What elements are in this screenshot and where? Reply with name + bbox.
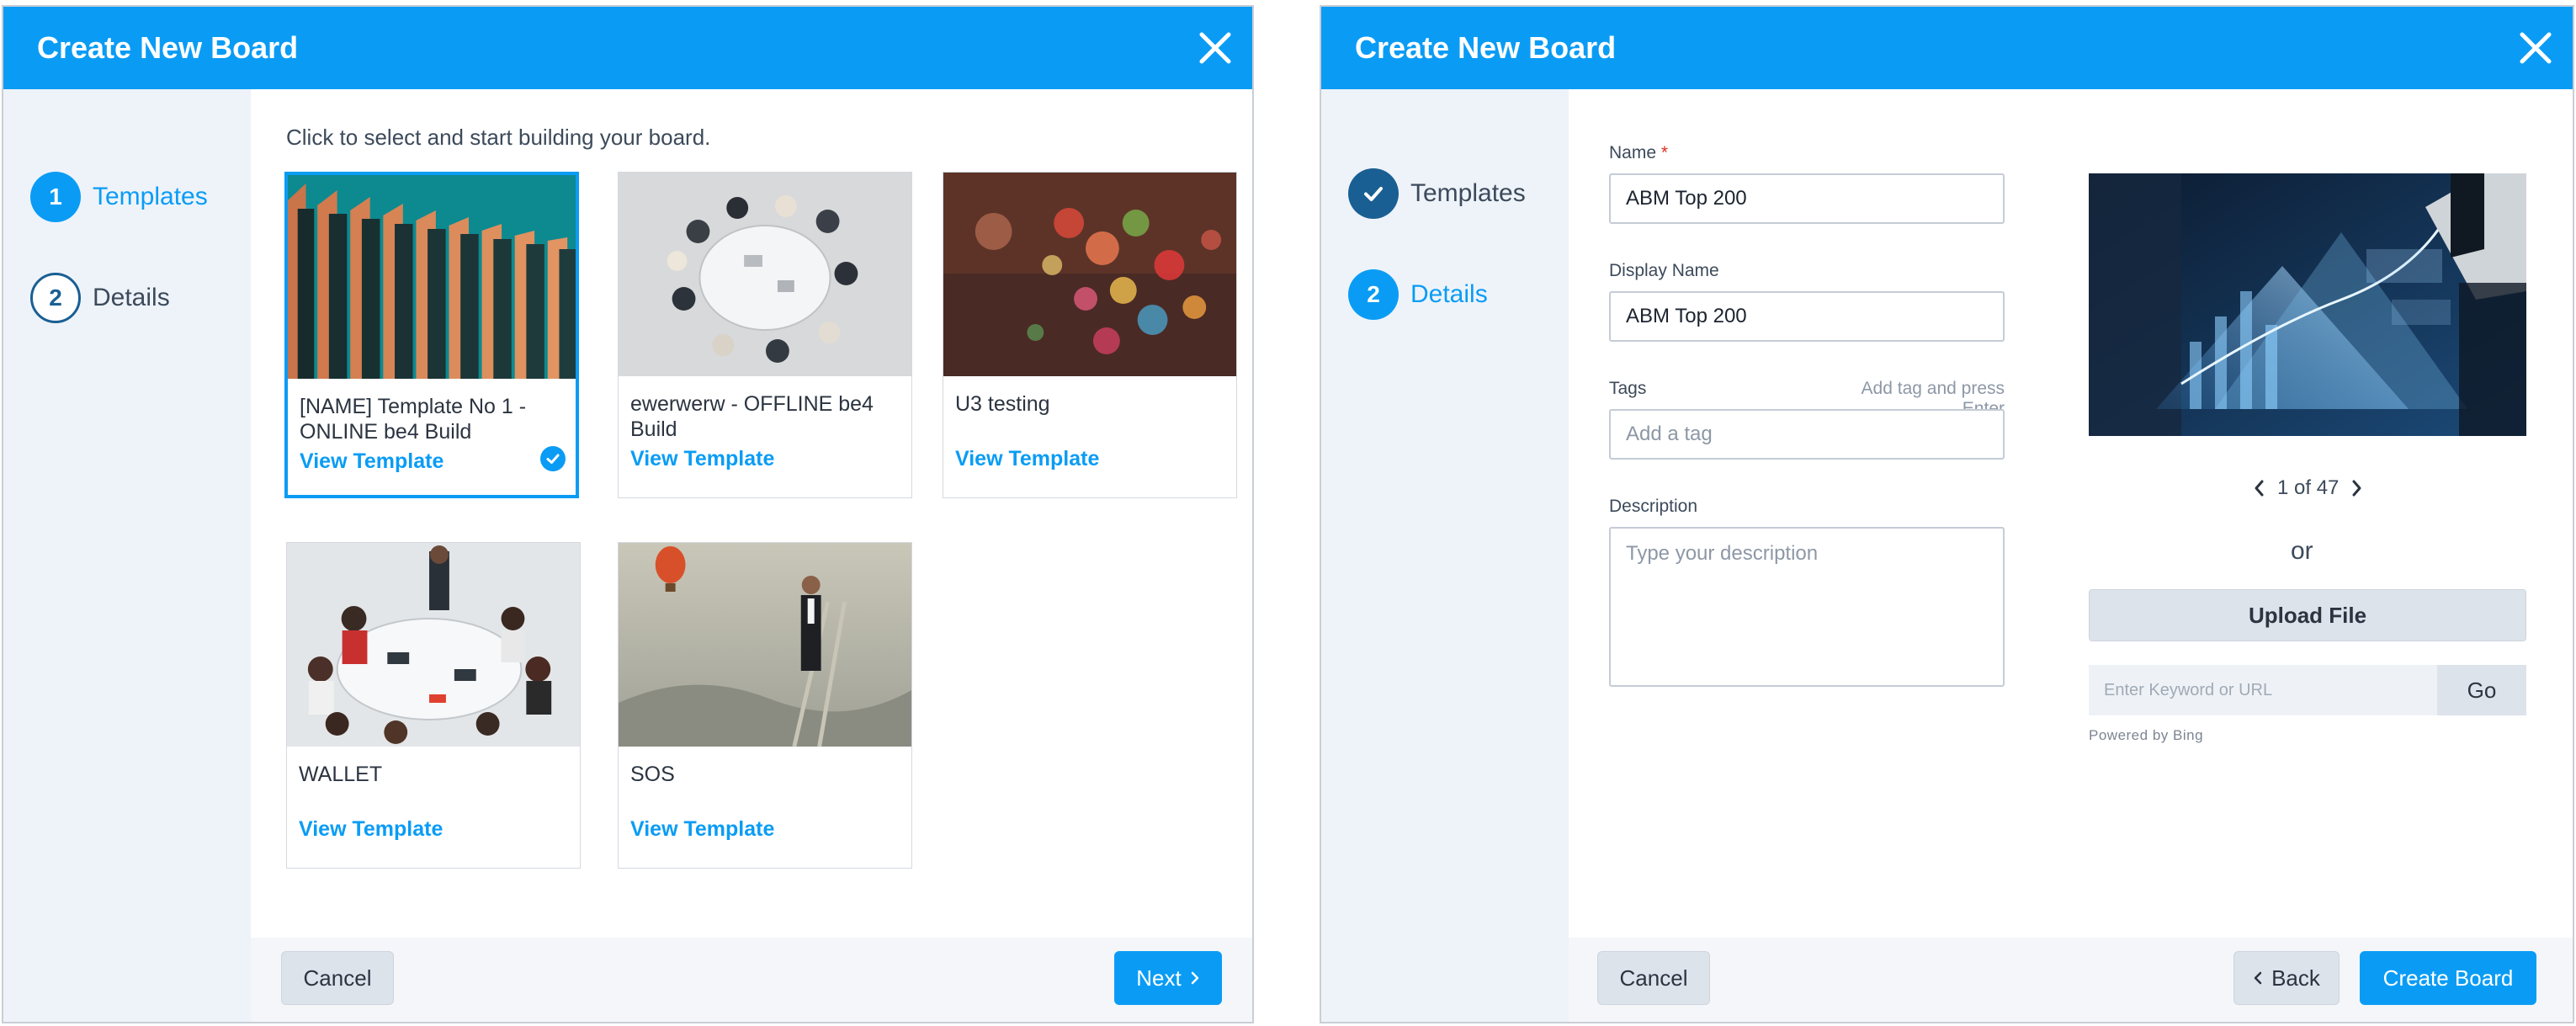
name-label-text: Name: [1609, 143, 1657, 162]
templates-panel: Click to select and start building your …: [251, 89, 1252, 938]
image-pager-text: 1 of 47: [2277, 476, 2340, 499]
chevron-right-icon: [1190, 970, 1200, 986]
next-button-label: Next: [1136, 965, 1182, 991]
steps-sidebar: Templates 2 Details: [1321, 89, 1569, 1022]
name-label: Name *: [1609, 143, 1668, 163]
dialog-footer: Cancel Next: [251, 938, 1252, 1022]
cancel-button[interactable]: Cancel: [281, 951, 394, 1005]
template-thumbnail: [619, 543, 911, 747]
template-thumbnail: [619, 173, 911, 376]
name-input[interactable]: ABM Top 200: [1609, 173, 2005, 224]
view-template-link[interactable]: View Template: [300, 449, 443, 474]
required-mark: *: [1660, 143, 1669, 162]
template-thumbnail: [943, 173, 1236, 376]
keyword-url-input[interactable]: Enter Keyword or URL: [2089, 665, 2437, 715]
step-label: Templates: [93, 183, 208, 210]
chevron-right-icon[interactable]: [2350, 479, 2362, 497]
cancel-button[interactable]: Cancel: [1597, 951, 1710, 1005]
template-name: SOS: [630, 763, 675, 786]
display-name-input[interactable]: ABM Top 200: [1609, 291, 2005, 342]
create-board-dialog-details: Create New Board Templates 2 Details Nam…: [1320, 5, 2574, 1023]
display-name-label: Display Name: [1609, 261, 1719, 280]
create-board-dialog-templates: Create New Board 1 Templates 2 Details C…: [2, 5, 1254, 1023]
create-board-button[interactable]: Create Board: [2360, 951, 2536, 1005]
step-label: Details: [1410, 280, 1488, 308]
details-panel: Name * ABM Top 200 Display Name ABM Top …: [1569, 89, 2573, 938]
template-card[interactable]: WALLET View Template: [286, 542, 581, 869]
or-divider-text: or: [2291, 537, 2313, 565]
checkmark-icon: [1348, 168, 1399, 219]
step-label: Details: [93, 284, 170, 311]
step-number-badge: 1: [30, 172, 81, 222]
view-template-link[interactable]: View Template: [630, 447, 774, 471]
back-button[interactable]: Back: [2233, 951, 2340, 1005]
step-number-badge: 2: [1348, 269, 1399, 320]
template-name: WALLET: [299, 763, 383, 786]
dialog-header: Create New Board: [1321, 7, 2573, 89]
close-icon[interactable]: [1197, 29, 1234, 66]
next-button[interactable]: Next: [1114, 951, 1222, 1005]
dialog-title: Create New Board: [37, 30, 299, 65]
template-card[interactable]: [NAME] Template No 1 - ONLINE be4 Build …: [284, 172, 579, 498]
template-thumbnail: [287, 543, 580, 747]
close-icon[interactable]: [2517, 29, 2554, 66]
view-template-link[interactable]: View Template: [630, 817, 774, 842]
template-name: [NAME] Template No 1 - ONLINE be4 Build: [300, 395, 527, 444]
image-pager: 1 of 47: [2254, 476, 2362, 500]
template-card[interactable]: ewerwerw - OFFLINE be4 Build View Templa…: [618, 172, 912, 498]
step-templates[interactable]: 1 Templates: [30, 172, 208, 222]
board-image-preview: [2089, 173, 2526, 436]
description-label: Description: [1609, 497, 1698, 516]
template-card[interactable]: U3 testing View Template: [943, 172, 1237, 498]
powered-by-text: Powered by Bing: [2089, 727, 2204, 743]
back-button-label: Back: [2271, 965, 2320, 991]
step-templates[interactable]: Templates: [1348, 168, 1526, 219]
tags-input[interactable]: Add a tag: [1609, 409, 2005, 460]
chevron-left-icon[interactable]: [2254, 479, 2265, 497]
template-name: U3 testing: [955, 392, 1050, 416]
template-card[interactable]: SOS View Template: [618, 542, 912, 869]
tags-label: Tags: [1609, 379, 1647, 398]
view-template-link[interactable]: View Template: [299, 817, 443, 842]
upload-file-button[interactable]: Upload File: [2089, 589, 2526, 641]
chevron-left-icon: [2253, 970, 2263, 986]
template-name: ewerwerw - OFFLINE be4 Build: [630, 392, 874, 441]
view-template-link[interactable]: View Template: [955, 447, 1099, 471]
steps-sidebar: 1 Templates 2 Details: [3, 89, 251, 1022]
template-thumbnail: [288, 175, 576, 379]
dialog-footer: Cancel Back Create Board: [1569, 938, 2573, 1022]
dialog-title: Create New Board: [1355, 30, 1617, 65]
step-label: Templates: [1410, 179, 1526, 207]
dialog-header: Create New Board: [3, 7, 1252, 89]
instructions-text: Click to select and start building your …: [286, 125, 711, 150]
step-number-badge: 2: [30, 273, 81, 323]
selected-check-icon: [540, 446, 566, 471]
description-textarea[interactable]: Type your description: [1609, 527, 2005, 687]
step-details[interactable]: 2 Details: [30, 273, 170, 323]
step-details[interactable]: 2 Details: [1348, 269, 1488, 320]
go-button[interactable]: Go: [2437, 665, 2526, 715]
